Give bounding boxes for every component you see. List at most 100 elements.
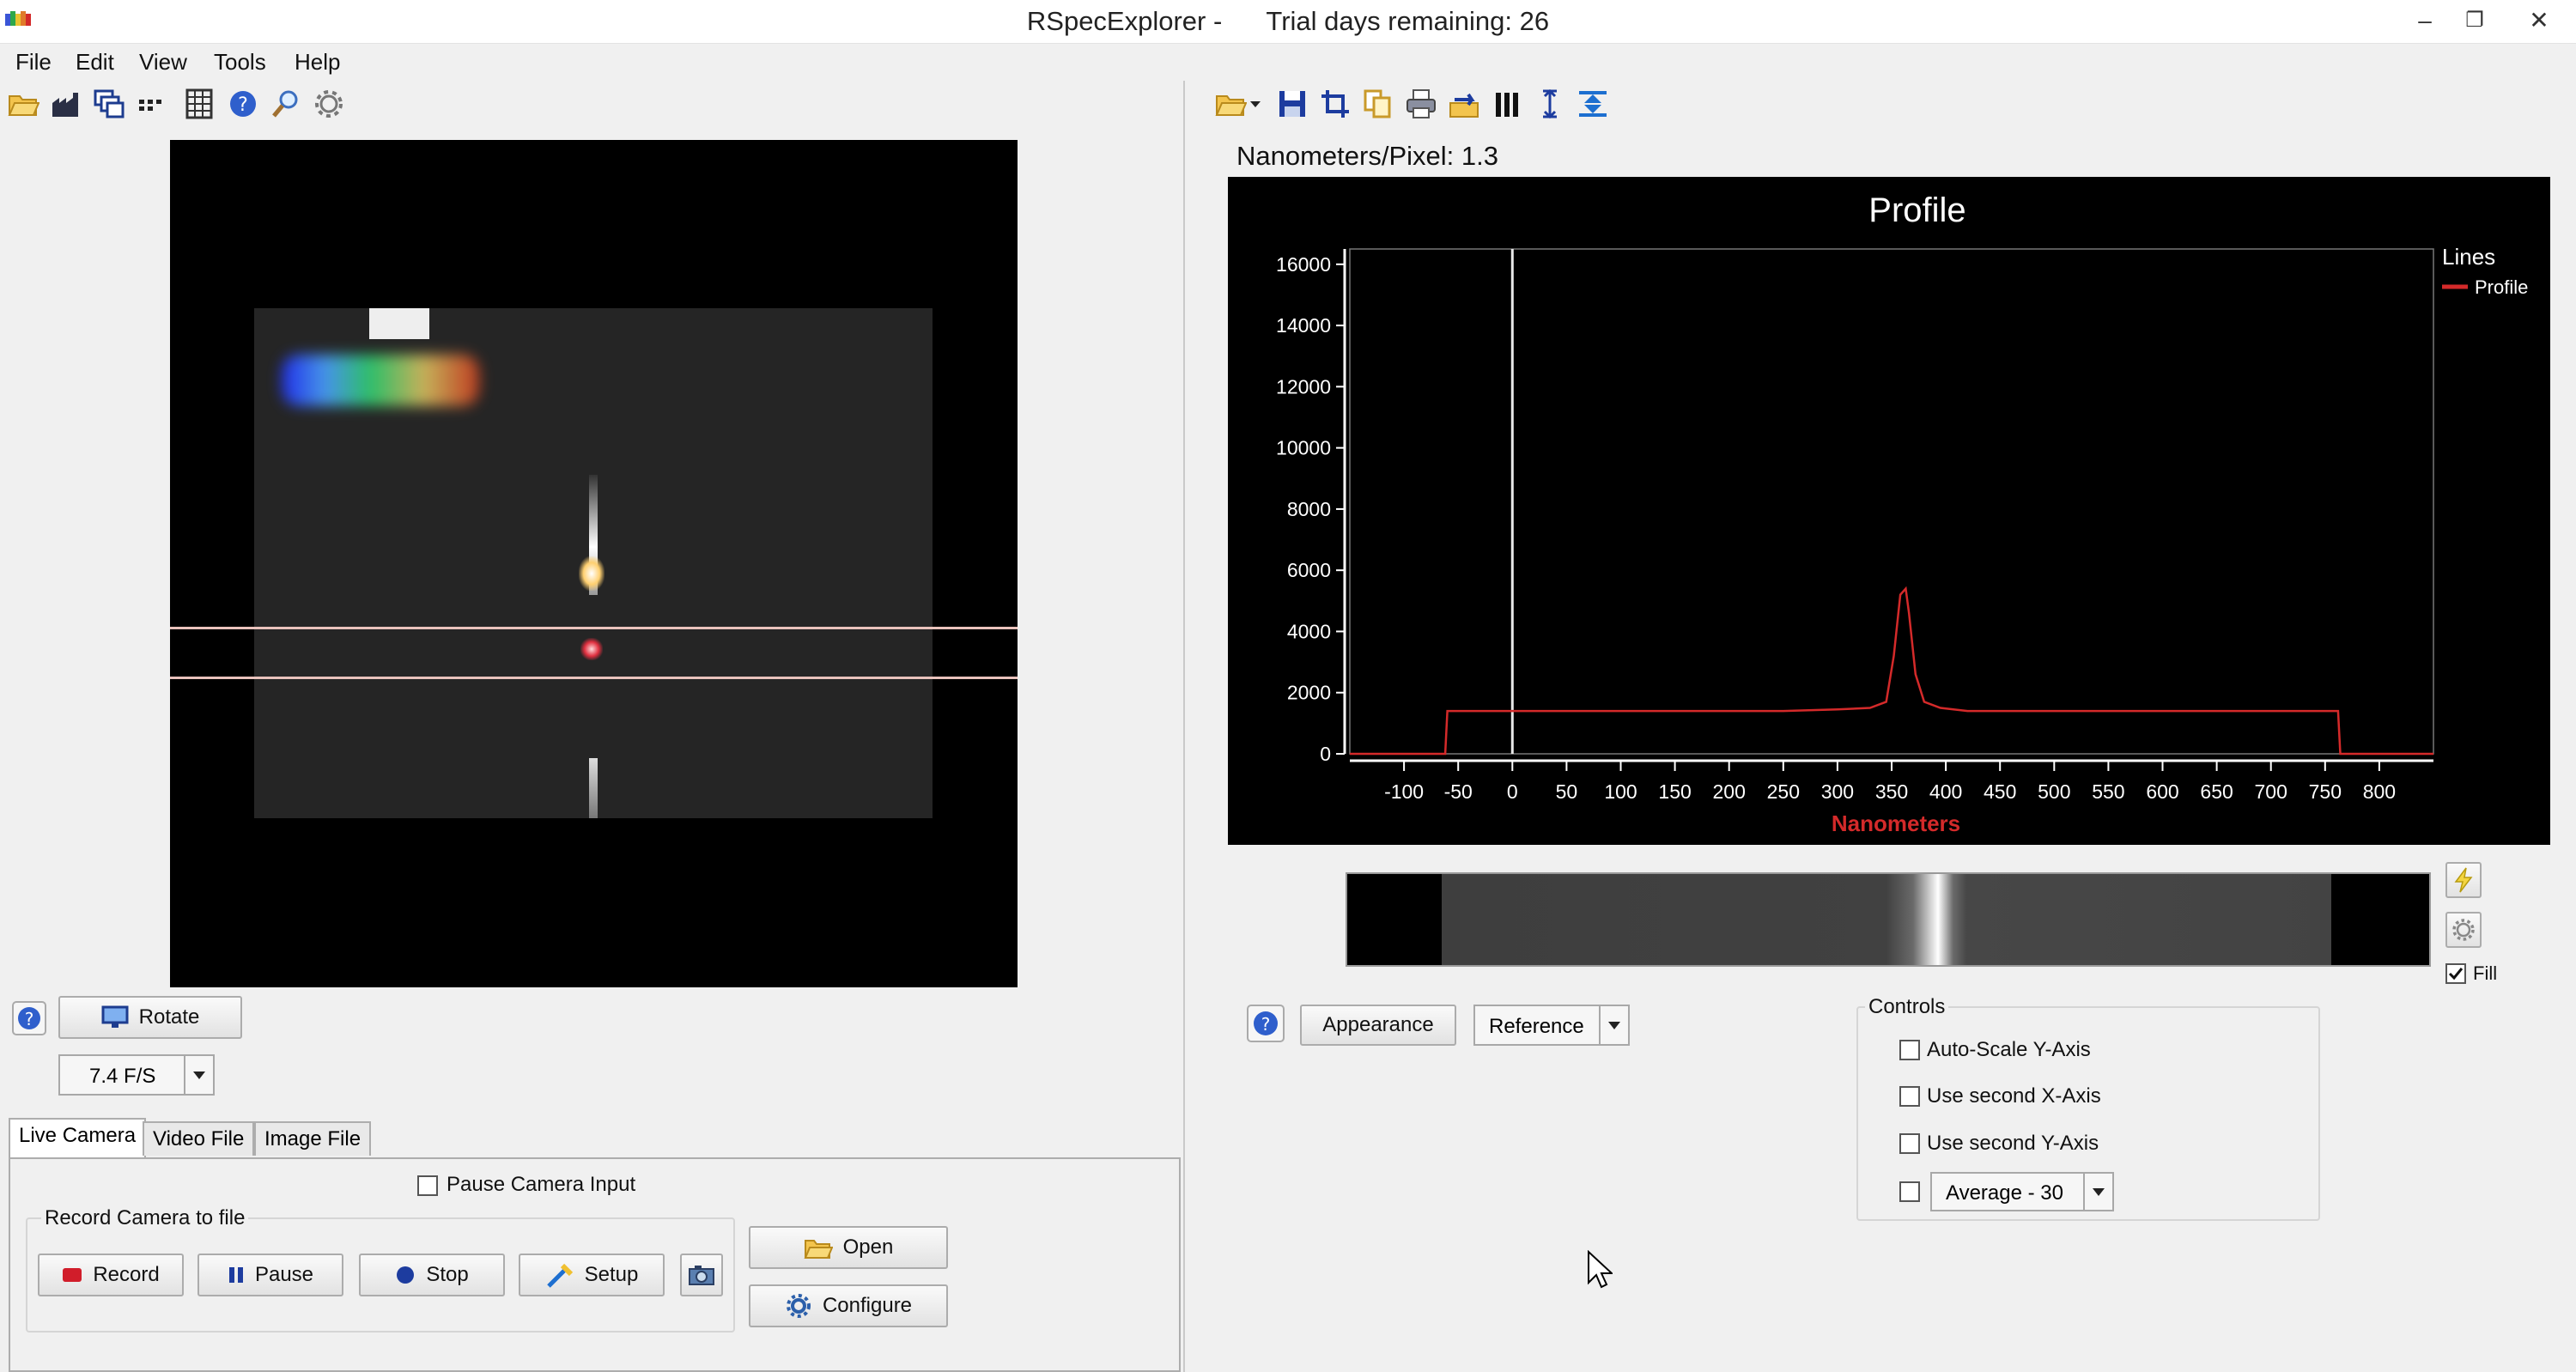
window-title: RSpecExplorer - Trial days remaining: 26 [1026,6,1550,36]
chart-help-icon[interactable]: ? [1247,1005,1285,1042]
tab-image-file[interactable]: Image File [254,1121,372,1156]
stop-button[interactable]: Stop [359,1254,505,1296]
open-button[interactable]: Open [749,1226,948,1269]
menu-view[interactable]: View [139,46,187,77]
save-icon[interactable] [1276,88,1309,120]
average-checkbox[interactable] [1899,1181,1920,1202]
tab-live-camera[interactable]: Live Camera [9,1118,147,1157]
chevron-down-icon[interactable] [2083,1174,2112,1210]
print-icon[interactable] [1405,88,1437,120]
setup-button[interactable]: Setup [519,1254,665,1296]
x-tick-label: 0 [1507,780,1518,803]
appearance-label: Appearance [1322,1013,1434,1036]
bright-slit [369,308,429,339]
minimize-button[interactable]: – [2400,0,2450,43]
factory-icon[interactable] [50,88,82,120]
profile-chart[interactable]: Profile -100 -50 0 50 100 150 200 250 300 350 400 45… [1228,177,2550,845]
pause-camera-label: Pause Camera Input [447,1173,636,1196]
vertical-arrows-icon[interactable] [1534,88,1566,120]
controls-label: Controls [1865,995,1949,1019]
average-dropdown[interactable]: Average - 30 [1930,1172,2114,1211]
open-folder-icon[interactable] [7,88,39,120]
monitor-icon [101,1005,129,1028]
legend-title: Lines [2442,244,2495,270]
settings-gear-icon [2452,919,2475,941]
strip-settings-button[interactable] [2445,912,2482,948]
fps-dropdown[interactable]: 7.4 F/S [58,1054,215,1096]
auto-scale-label: Auto-Scale Y-Axis [1927,1038,2091,1061]
y-tick-label: 8000 [1287,498,1331,520]
y-tick-label: 2000 [1287,682,1331,704]
second-y-checkbox[interactable] [1899,1133,1920,1154]
restore-button[interactable]: ❐ [2450,0,2500,43]
lightning-icon [2454,867,2473,893]
rotate-label: Rotate [138,1005,200,1029]
x-tick-label: 700 [2255,780,2287,803]
zoom-icon[interactable] [270,88,302,120]
pause-button[interactable]: Pause [197,1254,343,1296]
settings-gear-icon[interactable] [313,88,345,120]
x-tick-label: 550 [2092,780,2124,803]
wand-icon [546,1263,573,1288]
appearance-button[interactable]: Appearance [1300,1005,1456,1046]
svg-text:?: ? [25,1009,34,1029]
x-tick-label: 750 [2309,780,2342,803]
x-tick-label: 600 [2146,780,2178,803]
roi-top-line[interactable] [170,627,1018,629]
y-tick-label: 6000 [1287,559,1331,581]
x-tick-label: 300 [1821,780,1854,803]
pause-icon [228,1267,243,1283]
y-tick-label: 12000 [1276,375,1331,398]
fill-checkbox[interactable] [2445,963,2466,984]
x-tick-label: 250 [1767,780,1800,803]
stop-icon [397,1266,415,1284]
open-folder-icon[interactable] [1214,88,1247,120]
rotate-button[interactable]: Rotate [58,996,242,1039]
grid-icon[interactable] [184,88,216,120]
configure-label: Configure [822,1294,913,1317]
tab-video-file[interactable]: Video File [143,1121,255,1156]
second-x-checkbox[interactable] [1899,1086,1920,1107]
record-button[interactable]: Record [38,1254,184,1296]
camera-help-icon[interactable]: ? [12,1001,46,1035]
chevron-down-icon[interactable] [1599,1006,1628,1044]
chart-title: Profile [1868,191,1965,229]
setup-label: Setup [584,1263,639,1286]
title-bar: RSpecExplorer - Trial days remaining: 26… [0,0,2576,44]
bars-icon[interactable] [1491,88,1523,120]
dots-icon[interactable] [136,88,168,120]
auto-scale-checkbox[interactable] [1899,1040,1920,1060]
menu-help[interactable]: Help [295,46,340,77]
x-tick-label: 400 [1929,780,1962,803]
snapshot-button[interactable] [680,1254,723,1296]
x-tick-label: -50 [1444,780,1473,803]
record-icon [63,1268,82,1282]
up-down-icon[interactable] [1577,88,1609,120]
x-tick-label: 50 [1556,780,1578,803]
gear-icon [786,1294,811,1318]
left-toolbar: ? [5,86,349,124]
spectrum-strip[interactable] [1346,872,2431,967]
menu-tools[interactable]: Tools [214,46,266,77]
chevron-down-icon[interactable] [184,1056,213,1094]
record-label: Record [93,1263,160,1286]
pause-camera-checkbox[interactable] [417,1175,438,1196]
flash-button[interactable] [2445,862,2482,898]
menu-edit[interactable]: Edit [76,46,114,77]
configure-button[interactable]: Configure [749,1284,948,1327]
close-button[interactable]: ✕ [2502,0,2576,43]
nm-per-pixel-label: Nanometers/Pixel: 1.3 [1236,141,1498,171]
reference-dropdown[interactable]: Reference [1473,1005,1630,1046]
x-tick-label: 800 [2363,780,2396,803]
dropdown-arrow-icon[interactable] [1247,88,1264,120]
camera-view[interactable] [170,140,1018,987]
help-icon[interactable]: ? [227,88,259,120]
crop-icon[interactable] [1319,88,1352,120]
copy-icon[interactable] [1362,88,1394,120]
second-y-label: Use second Y-Axis [1927,1132,2099,1155]
export-icon[interactable] [1448,88,1480,120]
second-x-label: Use second X-Axis [1927,1084,2101,1108]
roi-bottom-line[interactable] [170,677,1018,679]
menu-file[interactable]: File [15,46,52,77]
copy-windows-icon[interactable] [93,88,125,120]
